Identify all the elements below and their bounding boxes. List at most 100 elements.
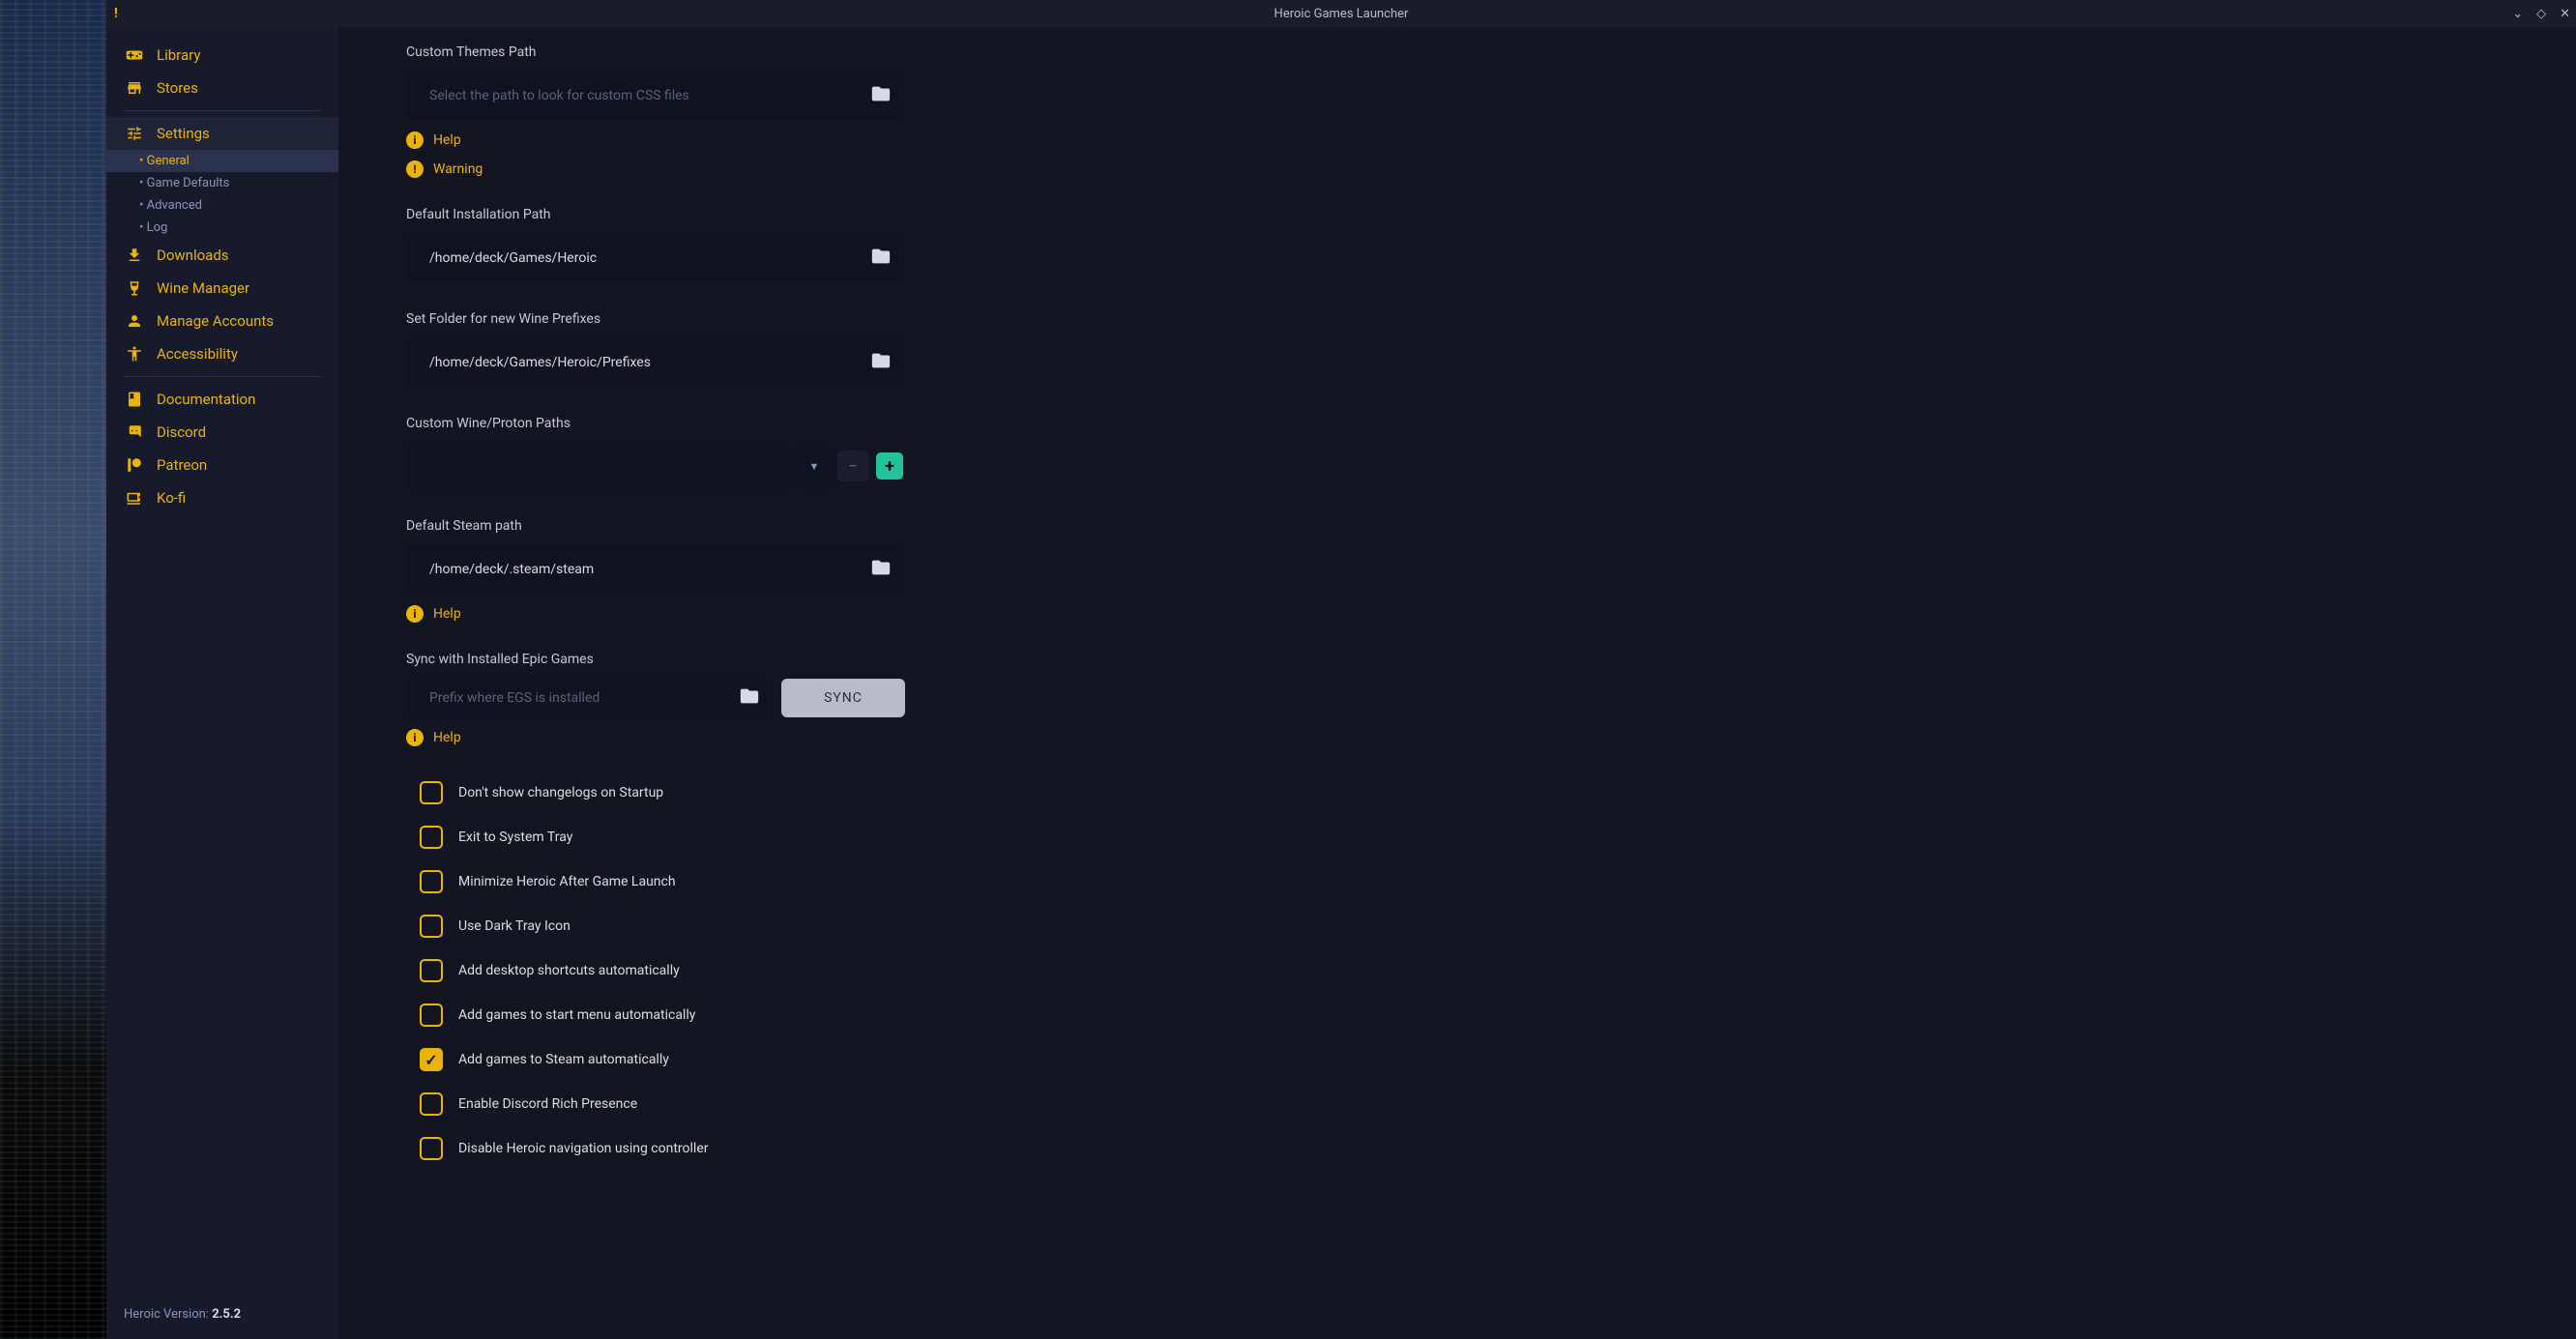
checkbox-row: Enable Discord Rich Presence (406, 1092, 2508, 1116)
checkbox[interactable] (420, 826, 443, 849)
info-icon: i (406, 131, 424, 149)
sidebar-item-label: Wine Manager (157, 279, 249, 297)
divider (124, 110, 321, 111)
info-icon: i (406, 729, 424, 746)
sidebar-item-manage-accounts[interactable]: Manage Accounts (106, 305, 338, 337)
close-button[interactable]: ✕ (2560, 7, 2570, 21)
book-icon (126, 391, 143, 408)
custom-themes-label: Custom Themes Path (406, 44, 2508, 60)
version-label: Heroic Version: 2.5.2 (106, 1295, 338, 1339)
sidebar-item-label: Accessibility (157, 345, 238, 363)
minimize-button[interactable]: ⌄ (2512, 7, 2523, 21)
sidebar-link-documentation[interactable]: Documentation (106, 383, 338, 416)
checkbox[interactable] (420, 1092, 443, 1116)
checkbox-row: Add games to start menu automatically (406, 1004, 2508, 1027)
sidebar-item-label: Downloads (157, 247, 229, 264)
folder-icon[interactable] (870, 83, 892, 108)
help-link[interactable]: i Help (406, 729, 2508, 746)
checkbox[interactable] (420, 1004, 443, 1027)
help-link[interactable]: i Help (406, 605, 2508, 623)
sidebar-link-patreon[interactable]: Patreon (106, 449, 338, 481)
sidebar-link-kofi[interactable]: Ko-fi (106, 481, 338, 514)
settings-content: Custom Themes Path i Help ! Warning (338, 27, 2576, 1339)
remove-path-button[interactable]: − (837, 451, 868, 481)
custom-wine-select[interactable] (406, 443, 791, 489)
app-icon: ! (114, 6, 118, 21)
accessibility-icon (126, 345, 143, 363)
checkbox[interactable] (420, 1048, 443, 1071)
folder-icon[interactable] (870, 350, 892, 375)
checkbox-row: Use Dark Tray Icon (406, 915, 2508, 938)
checkbox-row: Exit to System Tray (406, 826, 2508, 849)
custom-wine-label: Custom Wine/Proton Paths (406, 416, 2508, 431)
checkbox-row: Add desktop shortcuts automatically (406, 959, 2508, 982)
folder-icon[interactable] (870, 557, 892, 582)
maximize-button[interactable]: ◇ (2536, 7, 2546, 21)
sync-egs-input[interactable] (406, 679, 772, 717)
checkbox-row: Disable Heroic navigation using controll… (406, 1137, 2508, 1160)
sidebar: Library Stores Settings • General • Game… (106, 27, 338, 1339)
checkbox[interactable] (420, 915, 443, 938)
checkbox-row: Minimize Heroic After Game Launch (406, 870, 2508, 893)
sidebar-item-wine-manager[interactable]: Wine Manager (106, 272, 338, 305)
gamepad-icon (126, 46, 143, 64)
sidebar-item-label: Library (157, 46, 200, 64)
titlebar: ! Heroic Games Launcher ⌄ ◇ ✕ (106, 0, 2576, 27)
app-window: ! Heroic Games Launcher ⌄ ◇ ✕ Library St… (106, 0, 2576, 1339)
dropdown-icon[interactable]: ▼ (799, 443, 830, 489)
patreon-icon (126, 456, 143, 474)
wine-prefixes-input[interactable] (406, 338, 905, 387)
custom-themes-input[interactable] (406, 72, 905, 120)
checkbox-label: Add games to start menu automatically (458, 1007, 695, 1023)
sidebar-link-label: Patreon (157, 456, 207, 474)
sidebar-item-stores[interactable]: Stores (106, 72, 338, 104)
download-icon (126, 247, 143, 264)
checkbox-label: Don't show changelogs on Startup (458, 785, 663, 800)
folder-icon[interactable] (739, 685, 760, 711)
folder-icon[interactable] (870, 246, 892, 271)
sidebar-link-label: Documentation (157, 391, 255, 408)
default-install-input[interactable] (406, 234, 905, 282)
checkbox-label: Use Dark Tray Icon (458, 918, 571, 934)
sidebar-link-discord[interactable]: Discord (106, 416, 338, 449)
checkbox-row: Don't show changelogs on Startup (406, 781, 2508, 804)
checkbox-label: Minimize Heroic After Game Launch (458, 874, 676, 889)
help-link[interactable]: i Help (406, 131, 2508, 149)
store-icon (126, 79, 143, 97)
kofi-icon (126, 489, 143, 507)
settings-icon (126, 125, 143, 142)
divider (124, 376, 321, 377)
sidebar-item-settings[interactable]: Settings (106, 117, 338, 150)
sidebar-sub-log[interactable]: • Log (106, 217, 338, 239)
sidebar-link-label: Discord (157, 423, 206, 441)
sidebar-sub-advanced[interactable]: • Advanced (106, 194, 338, 217)
sidebar-link-label: Ko-fi (157, 489, 186, 507)
checkbox-label: Exit to System Tray (458, 830, 572, 845)
steam-path-label: Default Steam path (406, 518, 2508, 534)
info-icon: i (406, 605, 424, 623)
sidebar-item-label: Settings (157, 125, 210, 142)
checkbox-label: Enable Discord Rich Presence (458, 1096, 637, 1112)
sync-button[interactable]: SYNC (781, 679, 905, 717)
sidebar-sub-general[interactable]: • General (106, 150, 338, 172)
checkbox[interactable] (420, 781, 443, 804)
sidebar-item-accessibility[interactable]: Accessibility (106, 337, 338, 370)
warning-icon: ! (406, 160, 424, 178)
discord-icon (126, 423, 143, 441)
checkbox-label: Disable Heroic navigation using controll… (458, 1141, 709, 1156)
sidebar-item-downloads[interactable]: Downloads (106, 239, 338, 272)
checkbox[interactable] (420, 1137, 443, 1160)
checkbox-label: Add games to Steam automatically (458, 1052, 669, 1067)
checkbox[interactable] (420, 959, 443, 982)
sidebar-item-library[interactable]: Library (106, 39, 338, 72)
steam-path-input[interactable] (406, 545, 905, 594)
sidebar-sub-game-defaults[interactable]: • Game Defaults (106, 172, 338, 194)
wine-prefixes-label: Set Folder for new Wine Prefixes (406, 311, 2508, 327)
warning-link[interactable]: ! Warning (406, 160, 2508, 178)
desktop-wallpaper-strip (0, 0, 106, 1339)
sidebar-item-label: Manage Accounts (157, 312, 274, 330)
add-path-button[interactable]: + (876, 452, 903, 480)
default-install-label: Default Installation Path (406, 207, 2508, 222)
sidebar-item-label: Stores (157, 79, 198, 97)
checkbox[interactable] (420, 870, 443, 893)
